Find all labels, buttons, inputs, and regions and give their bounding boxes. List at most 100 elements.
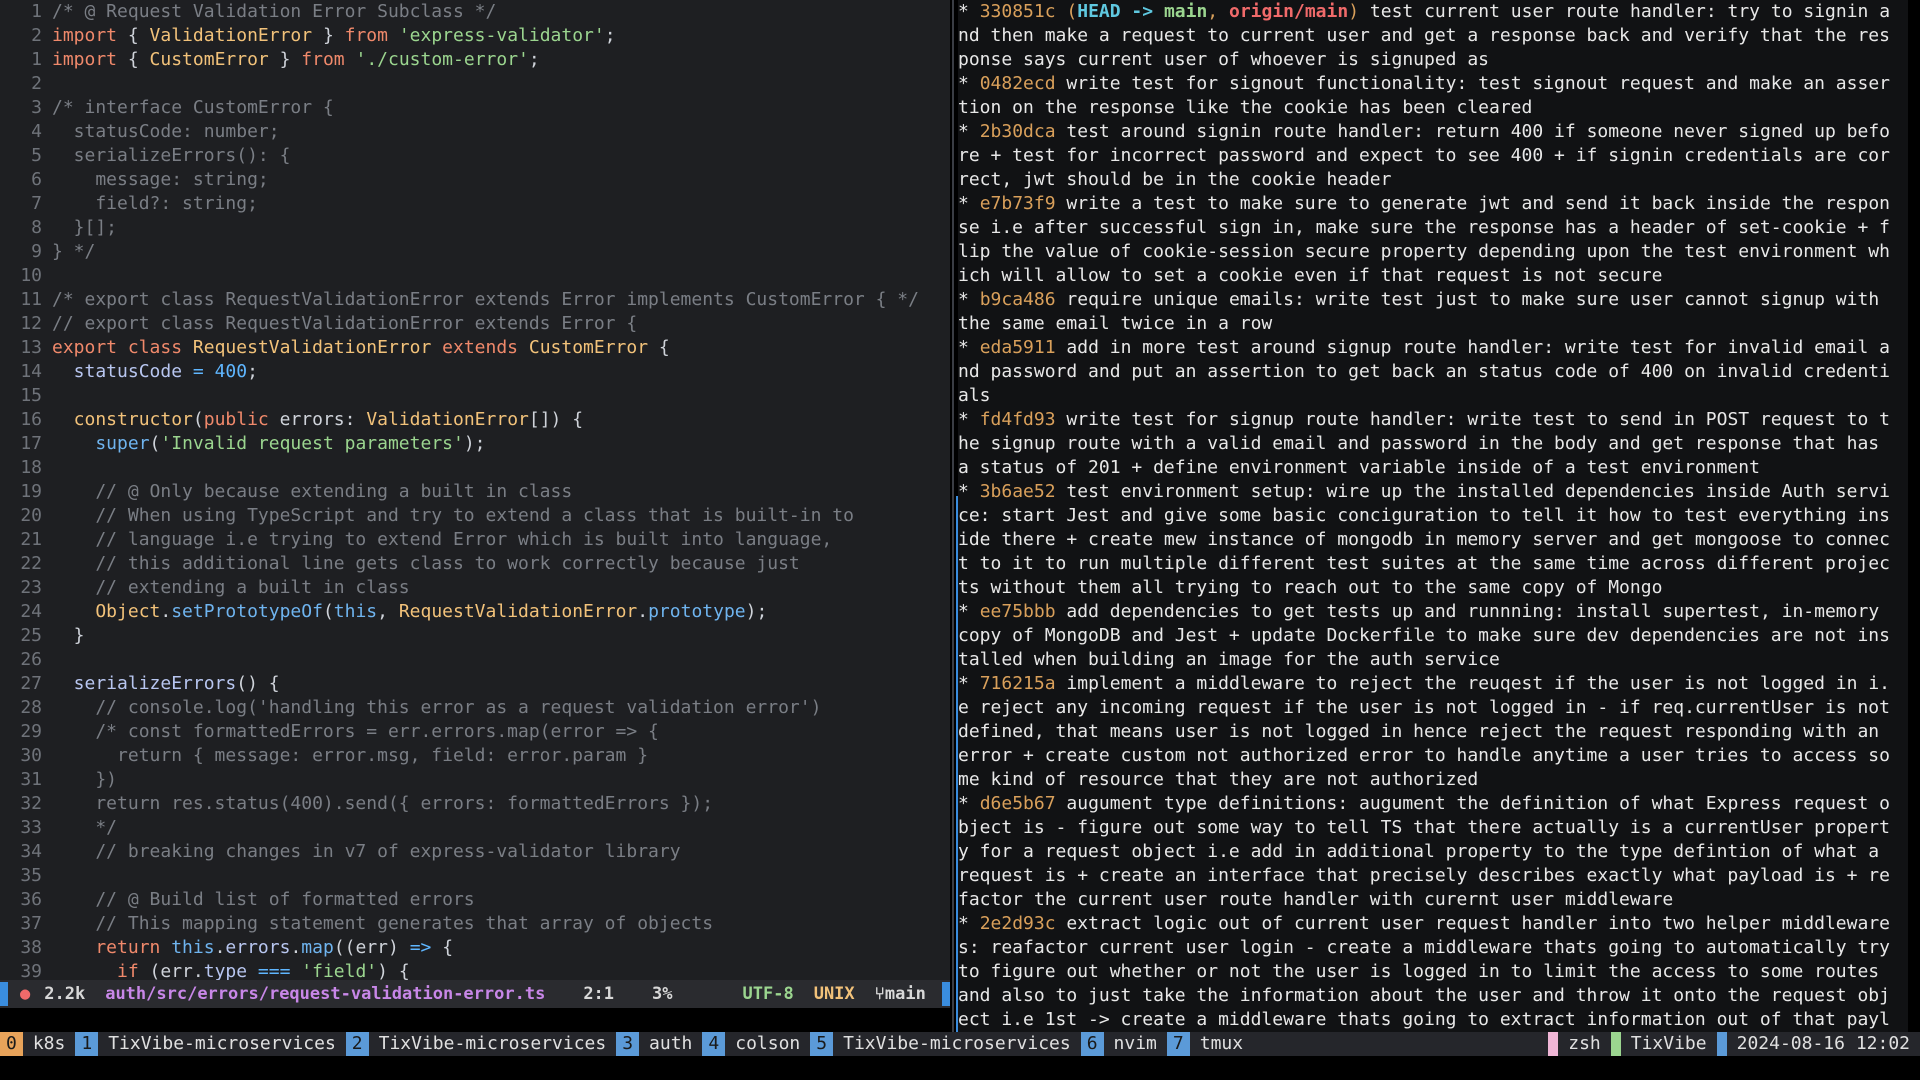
code-line[interactable]: 1 /* @ Request Validation Error Subclass … xyxy=(0,0,950,24)
status-segment-divider xyxy=(1716,1032,1727,1056)
code-token: public xyxy=(203,409,269,430)
code-line[interactable]: 39 if (err.type === 'field') { xyxy=(0,960,950,980)
code-token: type xyxy=(203,961,248,980)
code-token: ); xyxy=(745,601,768,622)
code-line[interactable]: 14 statusCode = 400; xyxy=(0,360,950,384)
code-token: 'express-validator' xyxy=(398,25,605,46)
code-line[interactable]: 3 /* interface CustomError { xyxy=(0,96,950,120)
tmux-window-index[interactable]: 5 xyxy=(810,1032,834,1056)
tmux-window-name[interactable]: k8s xyxy=(23,1032,76,1056)
remote-branch-ref: origin/main xyxy=(1228,1,1349,22)
tmux-window-name[interactable]: nvim xyxy=(1104,1032,1167,1056)
code-line[interactable]: 1 import { CustomError } from './custom-e… xyxy=(0,48,950,72)
commit-graph-marker: * xyxy=(958,601,980,622)
tmux-window-name[interactable]: TixVibe-microservices xyxy=(369,1032,617,1056)
line-number: 4 xyxy=(31,121,42,142)
code-token: statusCode xyxy=(52,361,183,382)
tmux-window-index[interactable]: 6 xyxy=(1080,1032,1104,1056)
pane-divider[interactable] xyxy=(952,0,954,1032)
code-token: err xyxy=(355,937,389,958)
tmux-window-index[interactable]: 1 xyxy=(75,1032,99,1056)
commit-message: add in more test around signup route han… xyxy=(958,337,1890,406)
line-number: 34 xyxy=(20,841,42,862)
code-line[interactable]: 37 // This mapping statement generates t… xyxy=(0,912,950,936)
code-line[interactable]: 16 constructor(public errors: Validation… xyxy=(0,408,950,432)
code-line[interactable]: 31 }) xyxy=(0,768,950,792)
code-line[interactable]: 17 super('Invalid request parameters'); xyxy=(0,432,950,456)
tmux-window-index[interactable]: 7 xyxy=(1166,1032,1190,1056)
code-token: ; xyxy=(247,361,258,382)
code-line[interactable]: 30 return { message: error.msg, field: e… xyxy=(0,744,950,768)
code-line[interactable]: 6 message: string; xyxy=(0,168,950,192)
code-token: ( xyxy=(149,433,161,454)
code-text: constructor(public errors: ValidationErr… xyxy=(52,408,950,432)
tmux-window-name[interactable]: TixVibe-microservices xyxy=(833,1032,1081,1056)
git-log-pane[interactable]: * 330851c (HEAD -> main, origin/main) te… xyxy=(958,0,1908,1032)
code-line[interactable]: 36 // @ Build list of formatted errors xyxy=(0,888,950,912)
code-token: === xyxy=(247,961,302,980)
code-line[interactable]: 13 export class RequestValidationError ex… xyxy=(0,336,950,360)
tmux-window-index[interactable]: 0 xyxy=(0,1032,23,1056)
code-line[interactable]: 12 // export class RequestValidationError… xyxy=(0,312,950,336)
commit-message: write test for signup route handler: wri… xyxy=(958,409,1890,478)
code-line[interactable]: 33 */ xyxy=(0,816,950,840)
code-line[interactable]: 25 } xyxy=(0,624,950,648)
code-line[interactable]: 38 return this.errors.map((err) => { xyxy=(0,936,950,960)
code-line[interactable]: 27 serializeErrors() { xyxy=(0,672,950,696)
commit-graph-marker: * xyxy=(958,793,980,814)
scroll-percent: 3% xyxy=(652,984,673,1004)
code-line[interactable]: 2 import { ValidationError } from 'expres… xyxy=(0,24,950,48)
nvim-editor-pane[interactable]: 1 /* @ Request Validation Error Subclass … xyxy=(0,0,950,980)
code-line[interactable]: 19 // @ Only because extending a built i… xyxy=(0,480,950,504)
git-branch: main xyxy=(884,984,926,1004)
tmux-window-name[interactable]: colson xyxy=(725,1032,810,1056)
tmux-window-index[interactable]: 3 xyxy=(616,1032,640,1056)
code-line[interactable]: 9} */ xyxy=(0,240,950,264)
tmux-window-name[interactable]: TixVibe-microservices xyxy=(98,1032,346,1056)
nvim-statusline: ● 2.2k auth/src/errors/request-validatio… xyxy=(0,980,950,1008)
tmux-window-name[interactable]: tmux xyxy=(1190,1032,1253,1056)
commit-graph-marker: * xyxy=(958,337,980,358)
code-line[interactable]: 35 xyxy=(0,864,950,888)
commit-graph-marker: * xyxy=(958,913,980,934)
code-token: // This mapping statement generates that… xyxy=(52,913,714,934)
code-token: }) xyxy=(52,769,118,790)
code-line[interactable]: 28 // console.log('handling this error a… xyxy=(0,696,950,720)
code-line[interactable]: 22 // this additional line gets class to… xyxy=(0,552,950,576)
line-number: 29 xyxy=(20,721,42,742)
code-line[interactable]: 26 xyxy=(0,648,950,672)
code-token: 'field' xyxy=(301,961,378,980)
commit-message: write a test to make sure to generate jw… xyxy=(958,193,1890,286)
code-line[interactable]: 8 }[]; xyxy=(0,216,950,240)
code-token: }[]; xyxy=(52,217,118,238)
code-line[interactable]: 5 serializeErrors(): { xyxy=(0,144,950,168)
tmux-window-index[interactable]: 2 xyxy=(345,1032,369,1056)
line-number: 8 xyxy=(31,217,42,238)
code-line[interactable]: 4 statusCode: number; xyxy=(0,120,950,144)
line-number: 39 xyxy=(20,961,42,980)
code-line[interactable]: 11 /* export class RequestValidationError… xyxy=(0,288,950,312)
code-line[interactable]: 23 // extending a built in class xyxy=(0,576,950,600)
code-line[interactable]: 10 xyxy=(0,264,950,288)
code-line[interactable]: 20 // When using TypeScript and try to e… xyxy=(0,504,950,528)
code-token: message: string; xyxy=(52,169,269,190)
commit-graph-marker: * xyxy=(958,193,980,214)
code-text: // console.log('handling this error as a… xyxy=(52,696,950,720)
commit-hash: ee75bbb xyxy=(979,601,1056,622)
code-line[interactable]: 34 // breaking changes in v7 of express-… xyxy=(0,840,950,864)
code-line[interactable]: 15 xyxy=(0,384,950,408)
code-line[interactable]: 21 // language i.e trying to extend Erro… xyxy=(0,528,950,552)
code-line[interactable]: 32 return res.status(400).send({ errors:… xyxy=(0,792,950,816)
code-line[interactable]: 18 xyxy=(0,456,950,480)
code-line[interactable]: 24 Object.setPrototypeOf(this, RequestVa… xyxy=(0,600,950,624)
code-text: // @ Only because extending a built in c… xyxy=(52,480,950,504)
code-line[interactable]: 29 /* const formattedErrors = err.errors… xyxy=(0,720,950,744)
code-text: } */ xyxy=(52,240,950,264)
code-line[interactable]: 7 field?: string; xyxy=(0,192,950,216)
status-segment-divider xyxy=(1610,1032,1621,1056)
tmux-window-name[interactable]: auth xyxy=(639,1032,702,1056)
commit-graph-marker: * xyxy=(958,1,980,22)
tmux-window-index[interactable]: 4 xyxy=(702,1032,726,1056)
code-line[interactable]: 2 xyxy=(0,72,950,96)
